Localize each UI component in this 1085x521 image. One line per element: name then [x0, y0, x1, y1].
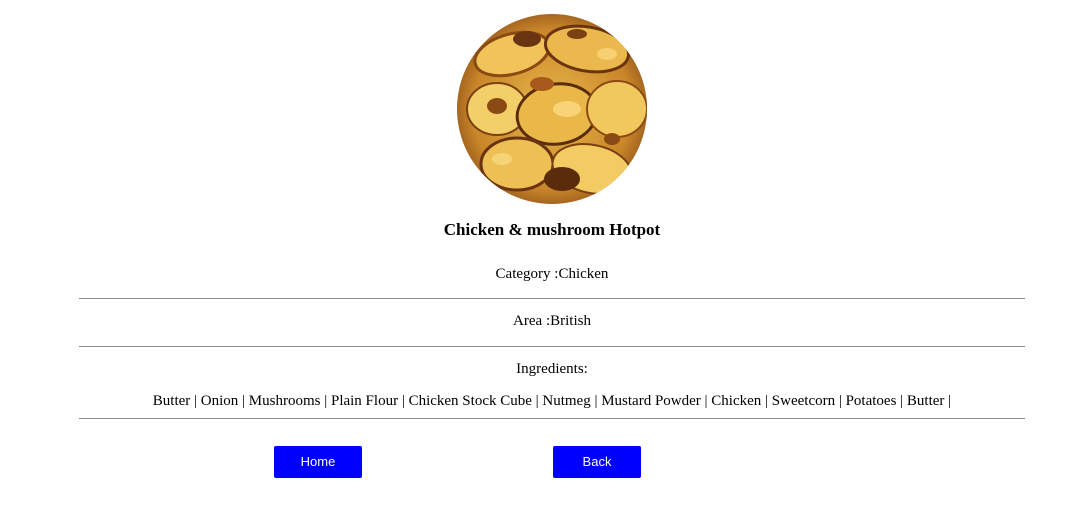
home-button[interactable]: Home [274, 446, 362, 478]
recipe-category: Category :Chicken [495, 266, 609, 282]
ingredients-heading: Ingredients: [516, 361, 588, 377]
divider [79, 346, 1025, 347]
back-button[interactable]: Back [553, 446, 641, 478]
recipe-title: Chicken & mushroom Hotpot [443, 220, 661, 239]
divider [79, 418, 1025, 419]
divider [79, 298, 1025, 299]
recipe-image [457, 14, 647, 204]
recipe-area: Area :British [513, 313, 591, 329]
recipe-detail-page: Chicken & mushroom Hotpot Category :Chic… [0, 0, 1085, 521]
ingredients-list: Butter | Onion | Mushrooms | Plain Flour… [152, 393, 952, 409]
hotpot-photo-illustration [457, 14, 647, 204]
